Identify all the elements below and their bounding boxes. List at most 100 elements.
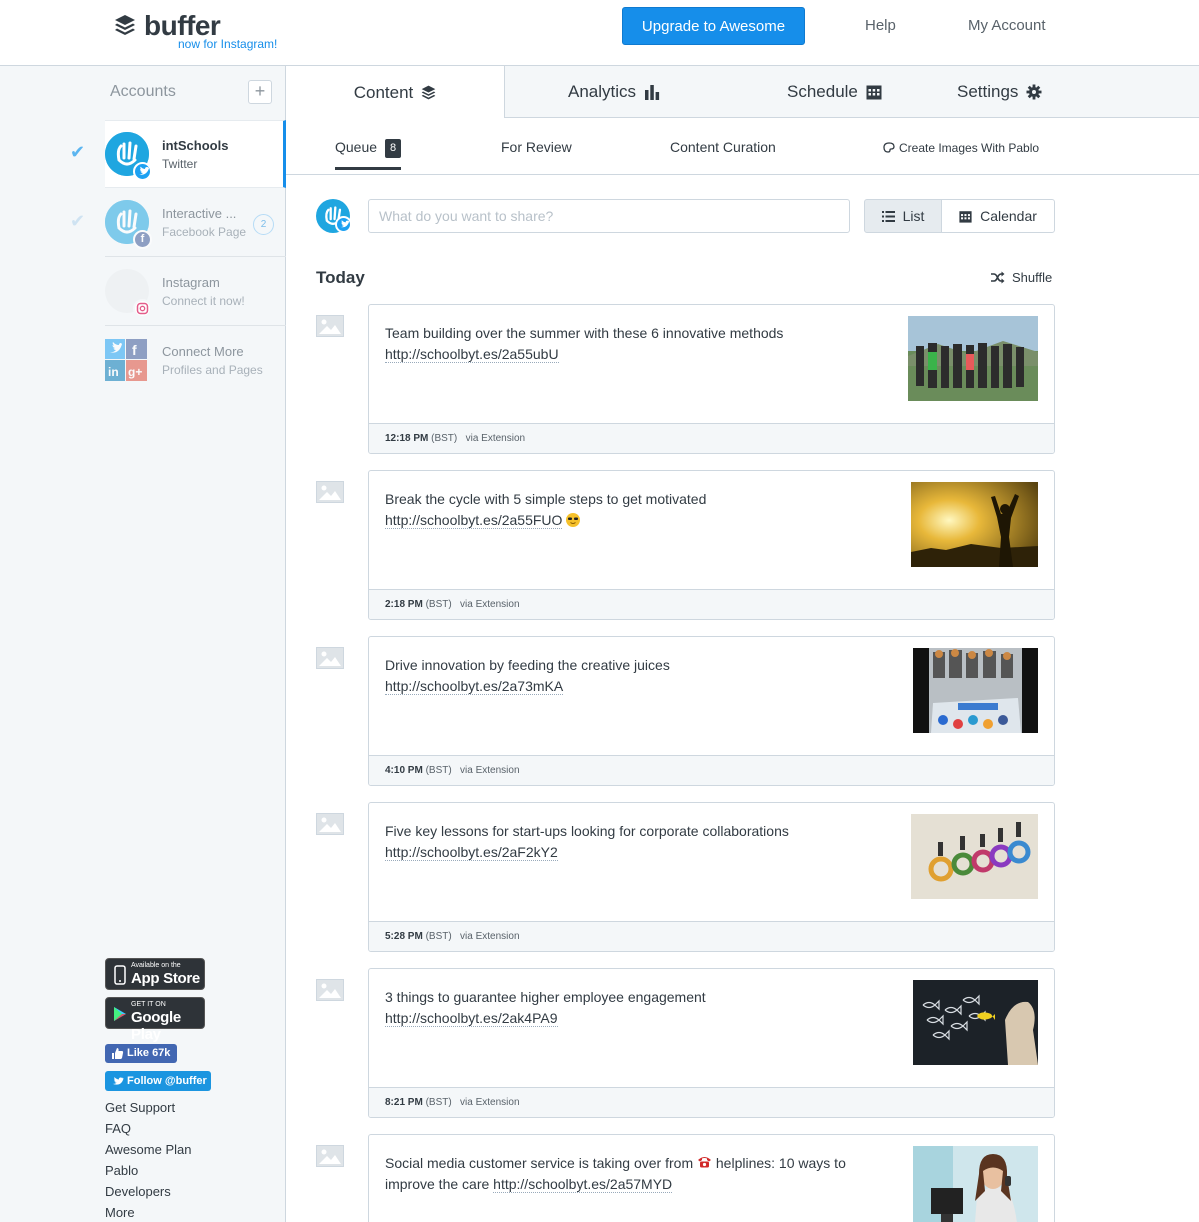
selected-check-icon: ✔ [70,142,86,162]
queued-post[interactable]: Break the cycle with 5 simple steps to g… [368,470,1055,620]
connect-more-subtitle: Profiles and Pages [162,363,263,377]
post-message: Team building over the summer with these… [385,325,784,341]
tab-schedule[interactable]: Schedule [787,66,882,118]
queued-post[interactable]: Drive innovation by feeding the creative… [368,636,1055,786]
twitter-follow-button[interactable]: Follow @buffer [105,1071,211,1091]
calendar-view-button[interactable]: Calendar [941,199,1055,233]
post-link[interactable]: http://schoolbyt.es/2ak4PA9 [385,1010,558,1027]
queue-count-badge: 8 [385,139,402,158]
post-time: 12:18 PM [385,433,429,444]
facebook-like-button[interactable]: Like 67k [105,1044,177,1063]
account-type: Facebook Page [162,225,247,239]
share-input[interactable] [368,199,850,233]
post-link[interactable]: http://schoolbyt.es/2a57MYD [493,1176,673,1193]
tab-settings[interactable]: Settings [957,66,1042,118]
calendar-icon [866,85,882,100]
list-view-button[interactable]: List [864,199,942,233]
queued-post[interactable]: Five key lessons for start-ups looking f… [368,802,1055,952]
upgrade-button[interactable]: Upgrade to Awesome [622,7,805,45]
queued-post[interactable]: Social media customer service is taking … [368,1134,1055,1222]
post-source: via Extension [465,433,526,444]
post-text: Break the cycle with 5 simple steps to g… [385,489,885,531]
app-store-button[interactable]: Available on the App Store [105,958,205,990]
sunset-photo-thumbnail [911,482,1038,567]
queued-post[interactable]: Team building over the summer with these… [368,304,1055,454]
post-link[interactable]: http://schoolbyt.es/2a55FUO [385,512,563,529]
gears-photo-thumbnail [911,814,1038,899]
tab-analytics[interactable]: Analytics [568,66,660,118]
post-thumbnail [913,1146,1038,1222]
image-placeholder-icon [316,647,344,669]
footer-link-developers[interactable]: Developers [105,1184,171,1199]
account-item-instagram[interactable]: Instagram Connect it now! [105,258,286,326]
svg-text:in: in [108,365,119,379]
image-placeholder-icon [316,481,344,503]
post-thumbnail [913,980,1038,1065]
queued-post[interactable]: 3 things to guarantee higher employee en… [368,968,1055,1118]
help-link[interactable]: Help [865,17,896,34]
fish-chalkboard-thumbnail [913,980,1038,1065]
play-store-icon [114,1007,126,1021]
subtab-queue[interactable]: Queue 8 [335,139,402,170]
twitter-badge-icon [133,162,152,181]
post-source: via Extension [460,1097,520,1108]
main-tabs: Content Analytics Schedule Settings [286,66,1199,119]
sidebar: Accounts + ✔ intSchools Twitter ✔ f Inte… [0,66,286,1222]
account-item-intschools[interactable]: intSchools Twitter [105,120,286,188]
post-message: 3 things to guarantee higher employee en… [385,989,706,1005]
post-link[interactable]: http://schoolbyt.es/2a55ubU [385,346,559,363]
google-play-button[interactable]: GET IT ON Google Play [105,997,205,1043]
post-footer: 12:18 PM (BST) via Extension [369,423,1054,453]
my-account-link[interactable]: My Account [968,17,1046,34]
tab-content[interactable]: Content [286,66,505,119]
image-placeholder-icon [316,979,344,1001]
shuffle-button[interactable]: Shuffle [990,270,1052,285]
account-avatar [105,132,152,181]
footer-link-support[interactable]: Get Support [105,1100,175,1115]
add-account-button[interactable]: + [248,80,272,104]
twitter-badge-icon [335,216,352,233]
bar-chart-icon [645,85,660,100]
post-footer: 8:21 PM (BST) via Extension [369,1087,1054,1117]
image-placeholder-icon [316,1145,344,1167]
subtab-for-review[interactable]: For Review [501,139,572,155]
connect-more-title: Connect More [162,344,244,359]
post-link[interactable]: http://schoolbyt.es/2a73mKA [385,678,564,695]
phone-icon [114,965,126,985]
post-time: 8:21 PM [385,1097,423,1108]
post-source: via Extension [460,599,520,610]
post-link[interactable]: http://schoolbyt.es/2aF2kY2 [385,844,558,861]
account-name: Instagram [162,275,220,290]
pablo-link[interactable]: Create Images With Pablo [883,141,1039,155]
accounts-title: Accounts [110,83,176,100]
footer-link-awesome-plan[interactable]: Awesome Plan [105,1142,191,1157]
post-text: Five key lessons for start-ups looking f… [385,821,885,863]
post-thumbnail [908,316,1038,401]
tab-analytics-label: Analytics [568,82,637,101]
connect-more-item[interactable]: f in g+ Connect More Profiles and Pages [105,327,286,395]
post-timezone: (BST) [431,433,458,444]
post-time: 4:10 PM [385,765,423,776]
composer-avatar [316,199,352,233]
list-icon [881,210,895,222]
footer-link-faq[interactable]: FAQ [105,1121,131,1136]
post-text: 3 things to guarantee higher employee en… [385,987,885,1029]
post-footer: 4:10 PM (BST) via Extension [369,755,1054,785]
footer-link-pablo[interactable]: Pablo [105,1163,138,1178]
layers-icon [421,85,436,100]
account-type: Connect it now! [162,294,245,308]
post-thumbnail [911,482,1038,567]
tab-content-label: Content [353,82,414,102]
group-photo-thumbnail [908,316,1038,401]
post-time: 2:18 PM [385,599,423,610]
post-source: via Extension [460,931,520,942]
shuffle-label: Shuffle [1012,270,1053,285]
google-play-small: GET IT ON [131,1001,166,1008]
account-item-interactive[interactable]: f Interactive ... Facebook Page 2 [105,189,286,257]
footer-link-more[interactable]: More [105,1205,135,1220]
subtab-content-curation[interactable]: Content Curation [670,139,776,155]
pablo-icon [883,142,895,153]
logo-tagline: now for Instagram! [178,37,278,51]
post-thumbnail [911,814,1038,899]
telephone-emoji-icon [697,1155,712,1171]
